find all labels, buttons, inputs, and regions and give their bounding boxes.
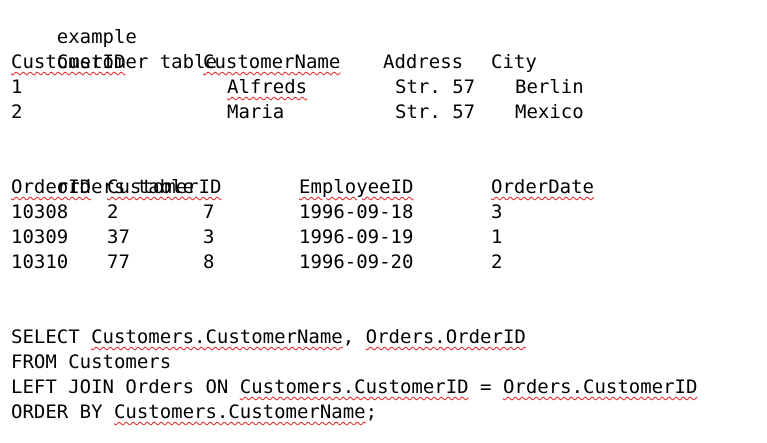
customer-row-2-address: Str. 57 <box>395 101 476 123</box>
orders-row-2-employeeid: 3 <box>203 226 215 248</box>
sql-join-line: LEFT JOIN Orders ON Customers.CustomerID… <box>11 375 697 400</box>
sql-select-keyword: SELECT <box>11 326 80 348</box>
orders-row-3-extra: 2 <box>491 251 503 273</box>
sql-select-column-1: Customers.CustomerName <box>91 326 343 348</box>
orders-header-employeeid: EmployeeID <box>299 176 414 198</box>
orders-row-1-date: 1996-09-18 <box>299 201 414 223</box>
customer-row-2-name: Maria <box>227 101 285 123</box>
sql-order-column: Customers.CustomerName <box>113 401 366 423</box>
sql-order-line: ORDER BY Customers.CustomerName; <box>11 400 377 425</box>
customer-row-2-city: Mexico <box>515 101 584 123</box>
orders-header-orderid: OrderID <box>11 176 92 198</box>
sql-join-left: Customers.CustomerID <box>239 376 469 398</box>
customer-header-city: City <box>491 51 537 73</box>
orders-row-2-extra: 1 <box>491 226 503 248</box>
customer-row-1-city: Berlin <box>515 76 584 98</box>
orders-row-2-date: 1996-09-19 <box>299 226 414 248</box>
customer-row-1-address: Str. 57 <box>395 76 476 98</box>
sql-from-line: FROM Customers <box>11 350 171 375</box>
table-row: 2 Maria Str. 57 Mexico <box>11 100 751 125</box>
orders-row-3-orderid: 10310 <box>11 251 69 273</box>
customer-header-customerid: CustomerID <box>11 51 126 73</box>
customer-header-address: Address <box>383 51 464 73</box>
orders-header-orderdate: OrderDate <box>491 176 594 198</box>
sql-comma: , <box>342 326 355 348</box>
customer-header-customername: CustomerName <box>203 51 341 73</box>
orders-row-1-orderid: 10308 <box>11 201 69 223</box>
sql-select-line: SELECT Customers.CustomerName, Orders.Or… <box>11 325 526 350</box>
orders-row-1-extra: 3 <box>491 201 503 223</box>
table-row: 10310 77 8 1996-09-20 2 <box>11 250 751 275</box>
sql-semicolon: ; <box>365 401 378 423</box>
sql-order-keyword: ORDER BY <box>11 401 103 423</box>
customer-row-1-name: Alfreds <box>227 76 308 98</box>
orders-header-customerid: CustomerID <box>107 176 222 198</box>
text-editor[interactable]: example Customer table CustomerID Custom… <box>11 0 761 443</box>
sql-equals: = <box>480 376 492 398</box>
customer-table-title: Customer table <box>11 25 217 73</box>
orders-row-3-employeeid: 8 <box>203 251 215 273</box>
orders-row-3-date: 1996-09-20 <box>299 251 414 273</box>
table-row: 10308 2 7 1996-09-18 3 <box>11 200 751 225</box>
orders-table-title: orders table <box>11 150 194 198</box>
customer-row-1-id: 1 <box>11 76 23 98</box>
sql-select-column-2: Orders.OrderID <box>365 326 526 348</box>
table-row: 1 Alfreds Str. 57 Berlin <box>11 75 751 100</box>
table-row: 10309 37 3 1996-09-19 1 <box>11 225 751 250</box>
sql-from-clause: FROM Customers <box>11 351 172 373</box>
heading-line: example <box>11 0 137 48</box>
orders-row-3-customerid: 77 <box>107 251 130 273</box>
orders-row-1-customerid: 2 <box>107 201 119 223</box>
orders-row-1-employeeid: 7 <box>203 201 215 223</box>
sql-join-keyword: LEFT JOIN Orders ON <box>11 376 229 398</box>
orders-row-2-orderid: 10309 <box>11 226 69 248</box>
orders-table-header: OrderID CustomerID EmployeeID OrderDate <box>11 175 751 200</box>
orders-row-2-customerid: 37 <box>107 226 130 248</box>
customer-table-header: CustomerID CustomerName Address City <box>11 50 751 75</box>
sql-join-right: Orders.CustomerID <box>502 376 698 398</box>
customer-row-2-id: 2 <box>11 101 23 123</box>
